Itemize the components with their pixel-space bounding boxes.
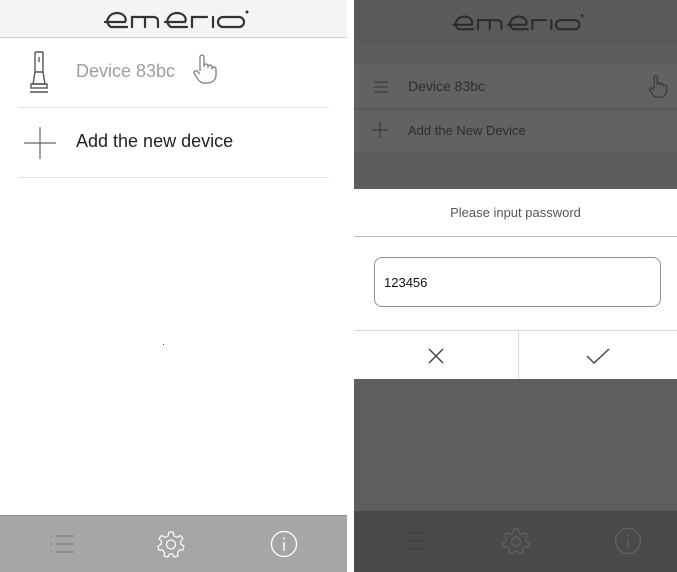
stray-dot [163,344,164,345]
device-plug-icon [30,51,48,93]
dialog-title: Please input password [354,189,677,237]
info-icon [270,530,298,558]
app-header [0,0,347,38]
hand-pointer-icon[interactable] [648,74,668,99]
add-device-label: Add the new device [76,131,234,151]
bottom-tab-bar [354,511,677,572]
add-device-row[interactable]: Add the New Device [354,110,677,152]
tab-settings[interactable] [155,528,187,560]
bottom-tab-bar [0,515,347,572]
confirm-button[interactable] [519,331,677,380]
plus-icon [372,122,388,138]
app-header [354,0,677,45]
list-icon [398,532,422,550]
tab-settings[interactable] [500,525,532,557]
cancel-button[interactable] [354,331,519,380]
tab-device-list[interactable] [394,525,426,557]
info-icon [614,527,642,555]
password-input[interactable] [374,257,661,307]
add-device-label: Add the New Device [408,123,526,138]
plus-icon [24,127,56,159]
add-device-row[interactable]: Add the new device [18,107,329,178]
tab-info[interactable] [268,528,300,560]
device-row[interactable]: Device 83bc [18,37,329,108]
gear-icon [502,528,530,555]
gear-icon [157,531,185,558]
check-icon [586,347,610,364]
tab-info[interactable] [612,525,644,557]
overlay-strip [354,379,677,511]
hand-pointer-icon[interactable] [192,53,218,85]
close-icon [428,348,444,363]
password-dialog: Please input password [354,189,677,380]
overlay-strip [354,45,677,64]
device-name: Device 83bc [408,78,486,94]
list-icon [50,535,74,553]
password-dialog-screen: Device 83bc Add the New Device Please in… [354,0,677,572]
emerio-logo [103,10,248,29]
tab-device-list[interactable] [46,528,78,560]
device-row[interactable]: Device 83bc [354,64,677,108]
overlay-strip [354,152,677,189]
device-name: Device 83bc [76,61,176,81]
menu-icon [374,81,388,93]
dialog-buttons [354,330,677,380]
emerio-logo [451,14,584,31]
device-list-screen: Device 83bc Add the new device [0,0,347,572]
